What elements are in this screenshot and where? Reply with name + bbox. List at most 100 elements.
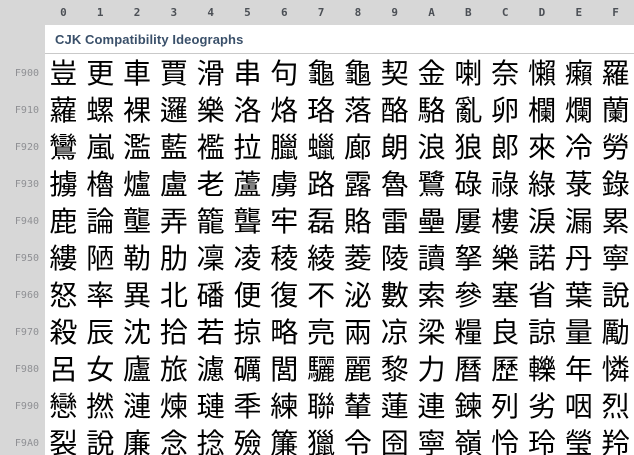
char-cell[interactable]: 玲 xyxy=(524,425,561,455)
char-cell[interactable]: 漣 xyxy=(119,388,156,425)
char-cell[interactable]: 梁 xyxy=(413,314,450,351)
char-cell[interactable]: 若 xyxy=(192,314,229,351)
char-cell[interactable]: 讀 xyxy=(413,240,450,277)
char-cell[interactable]: 冷 xyxy=(560,129,597,166)
char-cell[interactable]: 諾 xyxy=(524,240,561,277)
char-cell[interactable]: 捻 xyxy=(192,425,229,455)
char-cell[interactable]: 鸞 xyxy=(45,129,82,166)
char-cell[interactable]: 濾 xyxy=(192,351,229,388)
char-cell[interactable]: 轢 xyxy=(524,351,561,388)
char-cell[interactable]: 異 xyxy=(119,277,156,314)
char-cell[interactable]: 憐 xyxy=(597,351,634,388)
char-cell[interactable]: 朗 xyxy=(376,129,413,166)
char-cell[interactable]: 露 xyxy=(340,166,377,203)
char-cell[interactable]: 駱 xyxy=(413,92,450,129)
char-cell[interactable]: 累 xyxy=(597,203,634,240)
char-cell[interactable]: 磊 xyxy=(303,203,340,240)
char-cell[interactable]: 漏 xyxy=(560,203,597,240)
char-cell[interactable]: 念 xyxy=(155,425,192,455)
char-cell[interactable]: 丹 xyxy=(560,240,597,277)
char-cell[interactable]: 羚 xyxy=(597,425,634,455)
char-cell[interactable]: 賂 xyxy=(340,203,377,240)
char-cell[interactable]: 廉 xyxy=(119,425,156,455)
char-cell[interactable]: 礪 xyxy=(229,351,266,388)
char-cell[interactable]: 綠 xyxy=(524,166,561,203)
char-cell[interactable]: 珞 xyxy=(303,92,340,129)
char-cell[interactable]: 碌 xyxy=(450,166,487,203)
char-cell[interactable]: 不 xyxy=(303,277,340,314)
char-cell[interactable]: 爛 xyxy=(560,92,597,129)
char-cell[interactable]: 嵐 xyxy=(82,129,119,166)
char-cell[interactable]: 稜 xyxy=(266,240,303,277)
char-cell[interactable]: 勞 xyxy=(597,129,634,166)
char-cell[interactable]: 綾 xyxy=(303,240,340,277)
char-cell[interactable]: 泌 xyxy=(340,277,377,314)
char-cell[interactable]: 量 xyxy=(560,314,597,351)
char-cell[interactable]: 歷 xyxy=(487,351,524,388)
char-cell[interactable]: 說 xyxy=(82,425,119,455)
char-cell[interactable]: 金 xyxy=(413,55,450,92)
char-cell[interactable]: 卵 xyxy=(487,92,524,129)
char-cell[interactable]: 嶺 xyxy=(450,425,487,455)
char-cell[interactable]: 落 xyxy=(340,92,377,129)
char-cell[interactable]: 令 xyxy=(340,425,377,455)
char-cell[interactable]: 籠 xyxy=(192,203,229,240)
char-cell[interactable]: 年 xyxy=(560,351,597,388)
char-cell[interactable]: 輦 xyxy=(340,388,377,425)
char-cell[interactable]: 廊 xyxy=(340,129,377,166)
char-cell[interactable]: 契 xyxy=(376,55,413,92)
char-cell[interactable]: 凜 xyxy=(192,240,229,277)
char-cell[interactable]: 龜 xyxy=(303,55,340,92)
char-cell[interactable]: 磻 xyxy=(192,277,229,314)
char-cell[interactable]: 女 xyxy=(82,351,119,388)
char-cell[interactable]: 糧 xyxy=(450,314,487,351)
char-cell[interactable]: 祿 xyxy=(487,166,524,203)
char-cell[interactable]: 黎 xyxy=(376,351,413,388)
char-cell[interactable]: 來 xyxy=(524,129,561,166)
char-cell[interactable]: 句 xyxy=(266,55,303,92)
char-cell[interactable]: 菱 xyxy=(340,240,377,277)
char-cell[interactable]: 煉 xyxy=(155,388,192,425)
char-cell[interactable]: 瑩 xyxy=(560,425,597,455)
char-cell[interactable]: 欄 xyxy=(524,92,561,129)
char-cell[interactable]: 陋 xyxy=(82,240,119,277)
char-cell[interactable]: 囹 xyxy=(376,425,413,455)
char-cell[interactable]: 錄 xyxy=(597,166,634,203)
char-cell[interactable]: 蘿 xyxy=(45,92,82,129)
char-cell[interactable]: 寧 xyxy=(597,240,634,277)
char-cell[interactable]: 怒 xyxy=(45,277,82,314)
char-cell[interactable]: 鍊 xyxy=(450,388,487,425)
char-cell[interactable]: 沈 xyxy=(119,314,156,351)
char-cell[interactable]: 聯 xyxy=(303,388,340,425)
char-cell[interactable]: 屢 xyxy=(450,203,487,240)
char-cell[interactable]: 濫 xyxy=(119,129,156,166)
char-cell[interactable]: 弄 xyxy=(155,203,192,240)
char-cell[interactable]: 聾 xyxy=(229,203,266,240)
char-cell[interactable]: 懶 xyxy=(524,55,561,92)
char-cell[interactable]: 菉 xyxy=(560,166,597,203)
char-cell[interactable]: 鹿 xyxy=(45,203,82,240)
char-cell[interactable]: 喇 xyxy=(450,55,487,92)
char-cell[interactable]: 樂 xyxy=(192,92,229,129)
char-cell[interactable]: 龜 xyxy=(340,55,377,92)
char-cell[interactable]: 酪 xyxy=(376,92,413,129)
char-cell[interactable]: 掠 xyxy=(229,314,266,351)
char-cell[interactable]: 璉 xyxy=(192,388,229,425)
char-cell[interactable]: 辰 xyxy=(82,314,119,351)
char-cell[interactable]: 豈 xyxy=(45,55,82,92)
char-cell[interactable]: 呂 xyxy=(45,351,82,388)
char-cell[interactable]: 臘 xyxy=(266,129,303,166)
char-cell[interactable]: 爐 xyxy=(119,166,156,203)
char-cell[interactable]: 秊 xyxy=(229,388,266,425)
char-cell[interactable]: 獵 xyxy=(303,425,340,455)
char-cell[interactable]: 閭 xyxy=(266,351,303,388)
char-cell[interactable]: 廬 xyxy=(119,351,156,388)
char-cell[interactable]: 裂 xyxy=(45,425,82,455)
char-cell[interactable]: 麗 xyxy=(340,351,377,388)
char-cell[interactable]: 拾 xyxy=(155,314,192,351)
char-cell[interactable]: 索 xyxy=(413,277,450,314)
char-cell[interactable]: 浪 xyxy=(413,129,450,166)
char-cell[interactable]: 樓 xyxy=(487,203,524,240)
char-cell[interactable]: 烙 xyxy=(266,92,303,129)
char-cell[interactable]: 勵 xyxy=(597,314,634,351)
